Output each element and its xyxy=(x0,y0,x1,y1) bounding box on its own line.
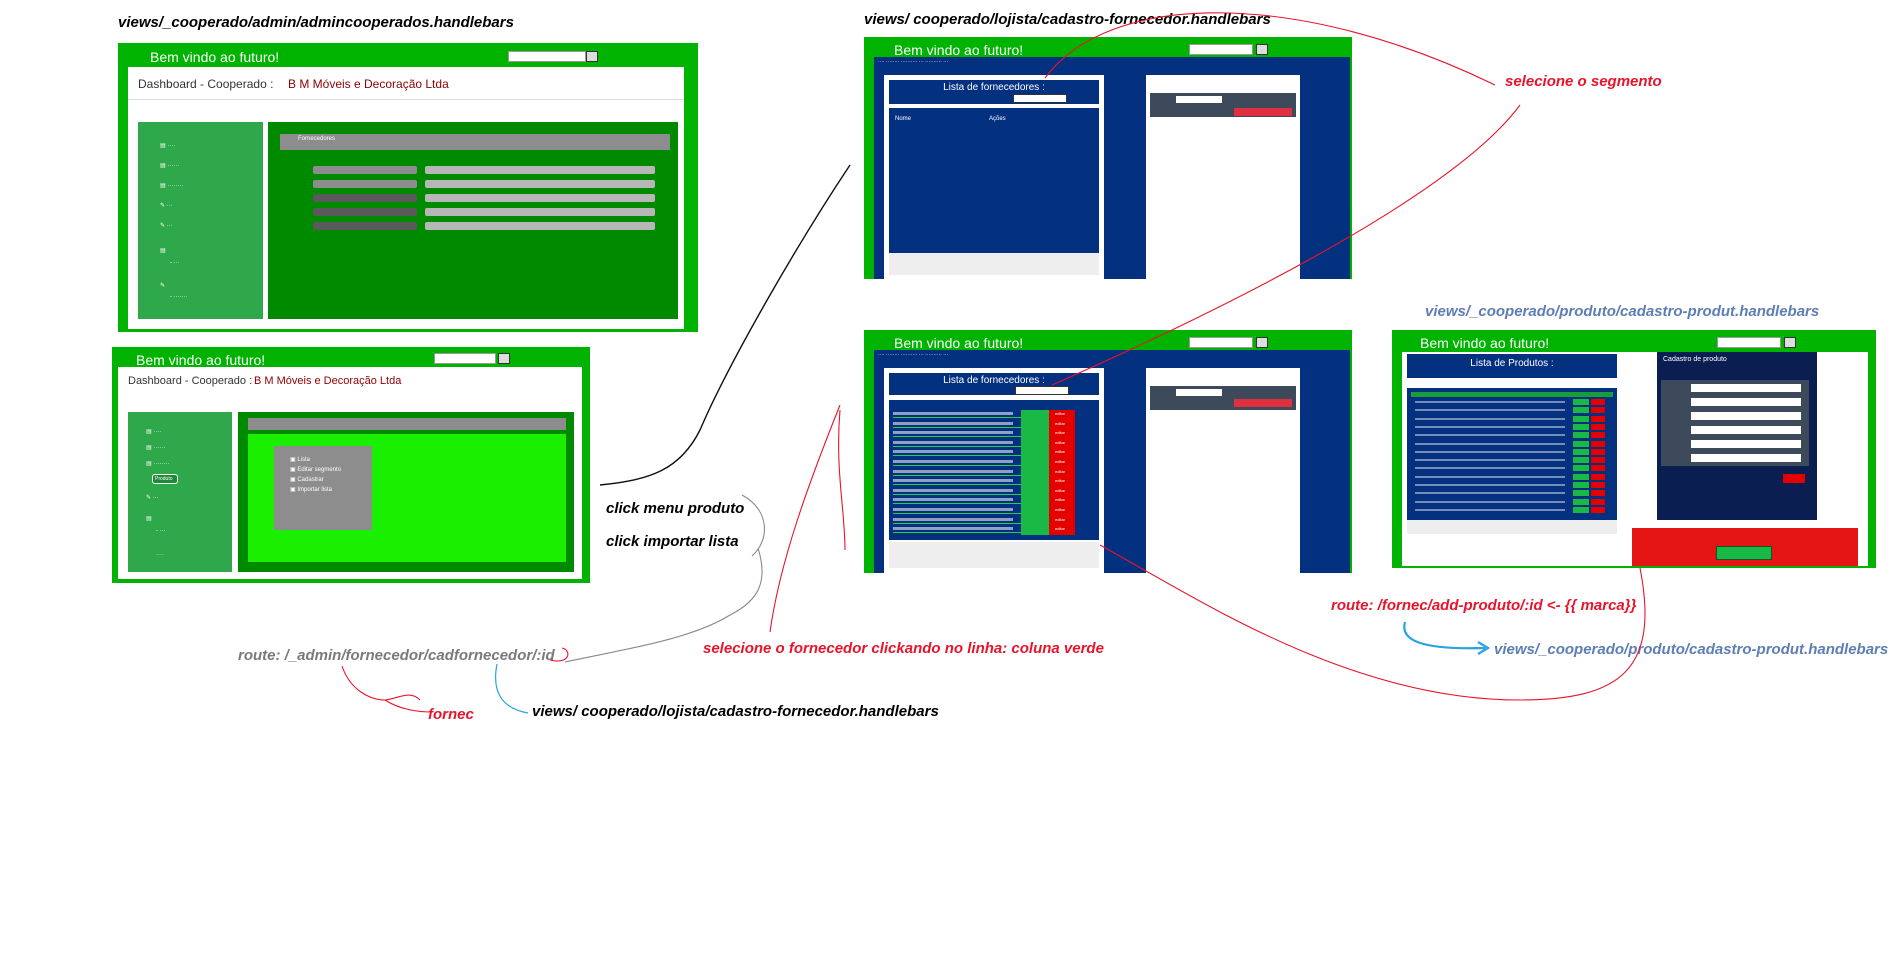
red-curve-segmento xyxy=(1044,12,1496,86)
red-curve-to-produto xyxy=(1099,544,1646,701)
annotation-strokes xyxy=(341,12,1646,714)
blue-arrow-produto xyxy=(1403,621,1491,655)
red-line-segmento xyxy=(1051,104,1521,386)
black-connector xyxy=(599,164,851,486)
blue-hook-lojista xyxy=(495,663,529,714)
grey-hook xyxy=(564,494,765,663)
red-fornec-hook xyxy=(341,665,433,713)
red-line-fornecedor xyxy=(769,404,846,633)
red-route-hook xyxy=(549,647,569,662)
